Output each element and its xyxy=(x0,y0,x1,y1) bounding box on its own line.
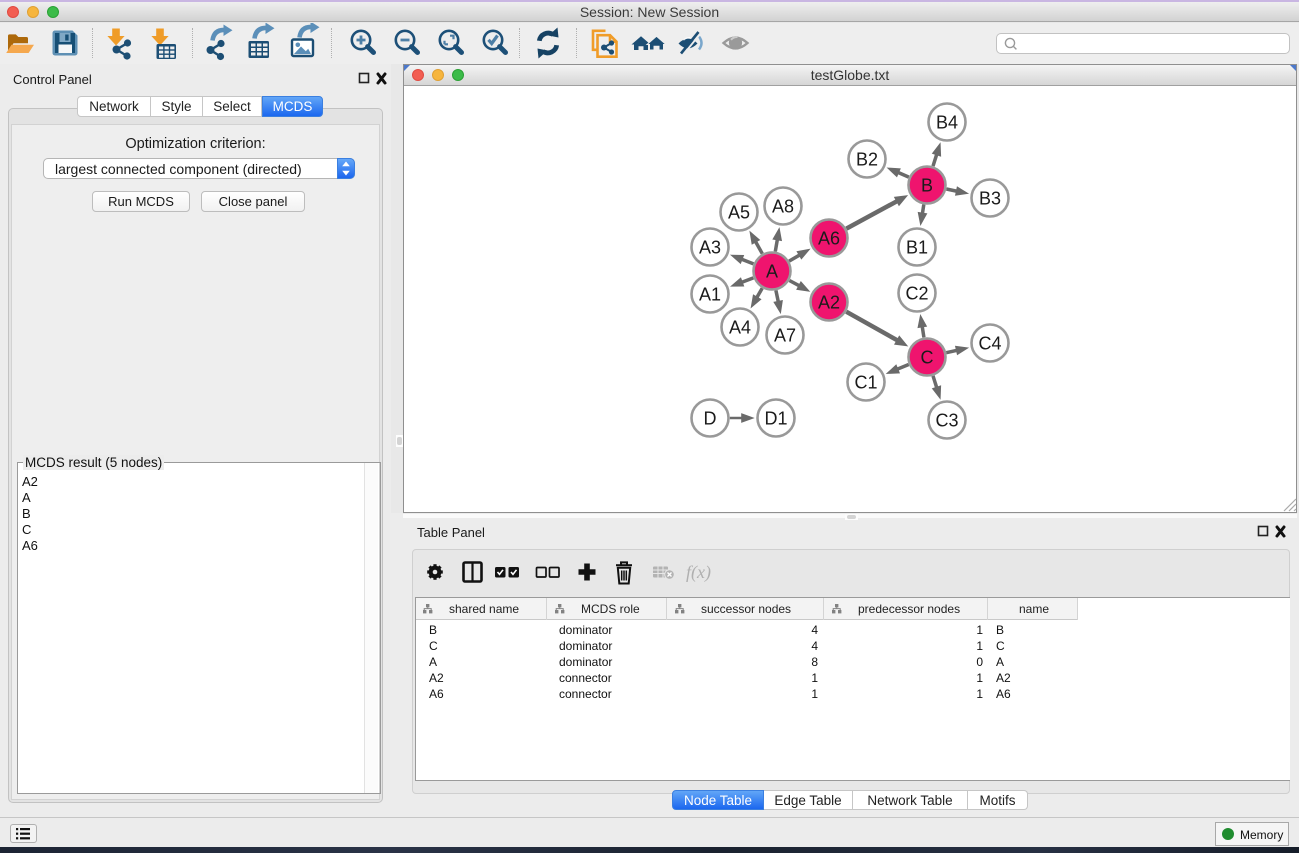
svg-text:predecessor nodes: predecessor nodes xyxy=(858,602,960,616)
svg-text:name: name xyxy=(1019,602,1049,616)
svg-text:successor nodes: successor nodes xyxy=(701,602,791,616)
svg-text:C3: C3 xyxy=(935,411,958,431)
svg-text:B1: B1 xyxy=(906,238,928,258)
svg-text:A7: A7 xyxy=(774,326,796,346)
svg-text:D1: D1 xyxy=(764,409,787,429)
svg-text:A: A xyxy=(766,262,778,282)
svg-text:D: D xyxy=(704,409,717,429)
svg-text:A8: A8 xyxy=(772,197,794,217)
svg-text:B: B xyxy=(921,176,933,196)
svg-text:shared name: shared name xyxy=(449,602,519,616)
svg-text:A6: A6 xyxy=(818,229,840,249)
svg-text:B2: B2 xyxy=(856,150,878,170)
svg-text:A3: A3 xyxy=(699,238,721,258)
svg-text:C2: C2 xyxy=(905,284,928,304)
svg-text:MCDS role: MCDS role xyxy=(581,602,640,616)
svg-text:C1: C1 xyxy=(854,373,877,393)
svg-text:C4: C4 xyxy=(978,334,1001,354)
svg-text:B4: B4 xyxy=(936,113,958,133)
svg-text:A2: A2 xyxy=(818,293,840,313)
svg-text:B3: B3 xyxy=(979,189,1001,209)
svg-text:A5: A5 xyxy=(728,203,750,223)
svg-text:C: C xyxy=(921,348,934,368)
svg-text:A4: A4 xyxy=(729,318,751,338)
svg-text:A1: A1 xyxy=(699,285,721,305)
svg-text:f(x): f(x) xyxy=(686,562,711,583)
